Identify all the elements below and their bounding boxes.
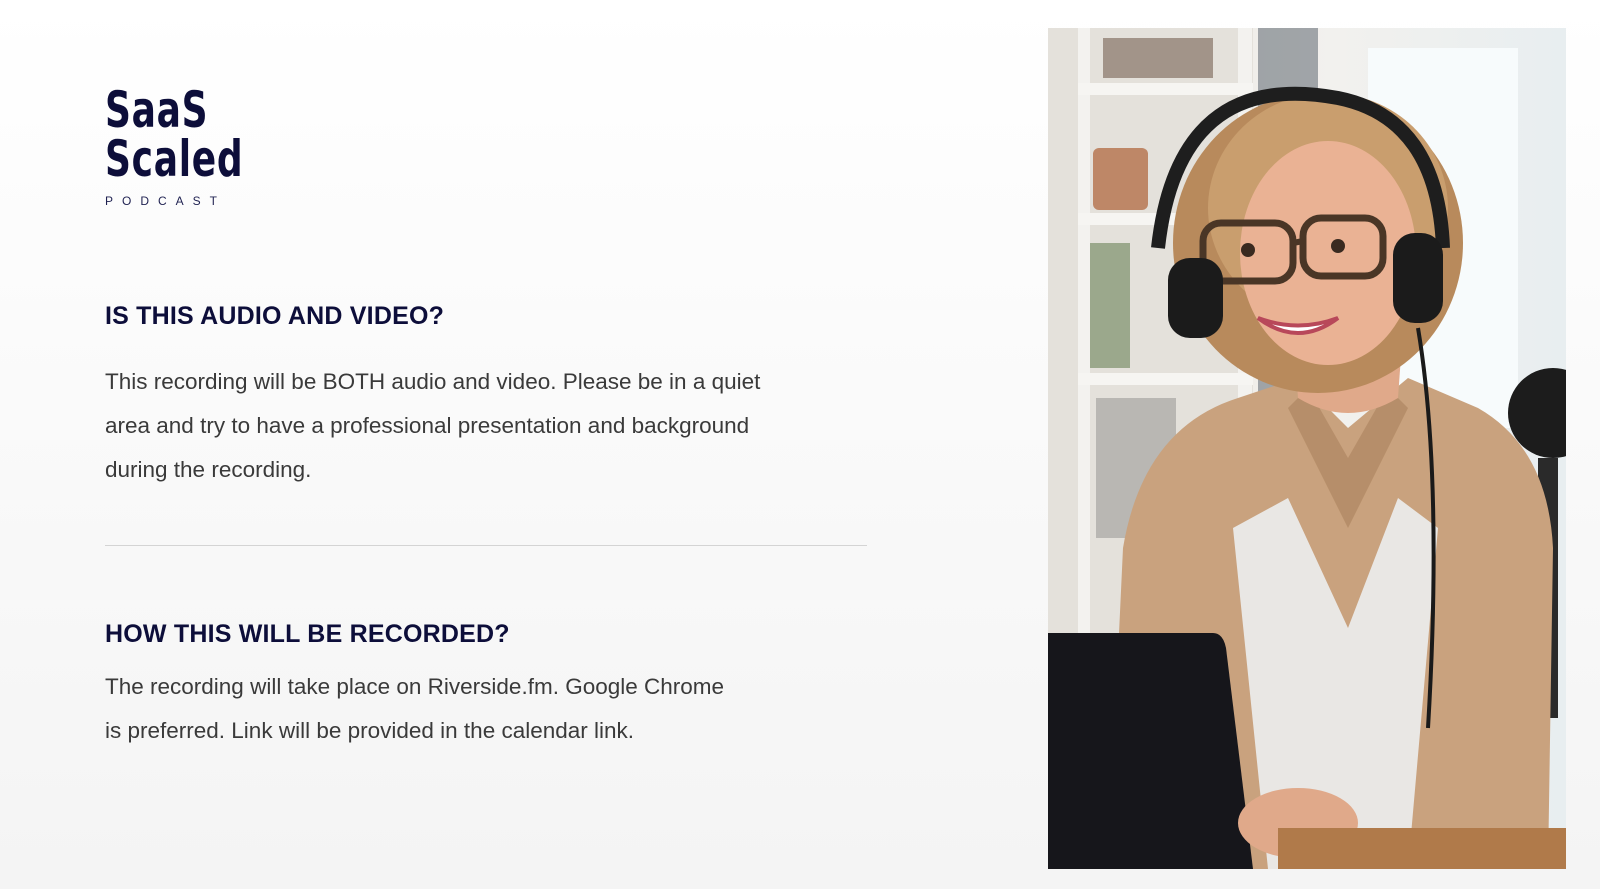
text-line: This recording will be BOTH audio and vi… <box>105 369 761 394</box>
logo-line-1: SaaS <box>105 81 209 139</box>
text-line: is preferred. Link will be provided in t… <box>105 718 635 743</box>
podcast-logo: SaaS Scaled PODCAST <box>105 81 297 208</box>
logo-line-2: Scaled <box>105 130 244 188</box>
host-photo <box>1048 28 1566 869</box>
section-text-recording: The recording will take place on Riversi… <box>105 665 724 753</box>
text-line: area and try to have a professional pres… <box>105 413 750 438</box>
text-line: The recording will take place on Riversi… <box>105 674 725 699</box>
text-line: during the recording. <box>105 457 312 482</box>
section-heading-recording: HOW THIS WILL BE RECORDED? <box>105 620 510 648</box>
section-text-audio-video: This recording will be BOTH audio and vi… <box>105 360 760 492</box>
section-heading-audio-video: IS THIS AUDIO AND VIDEO? <box>105 302 445 330</box>
logo-subtitle: PODCAST <box>105 194 227 208</box>
host-photo-illustration <box>1048 28 1566 869</box>
section-divider <box>105 545 867 546</box>
